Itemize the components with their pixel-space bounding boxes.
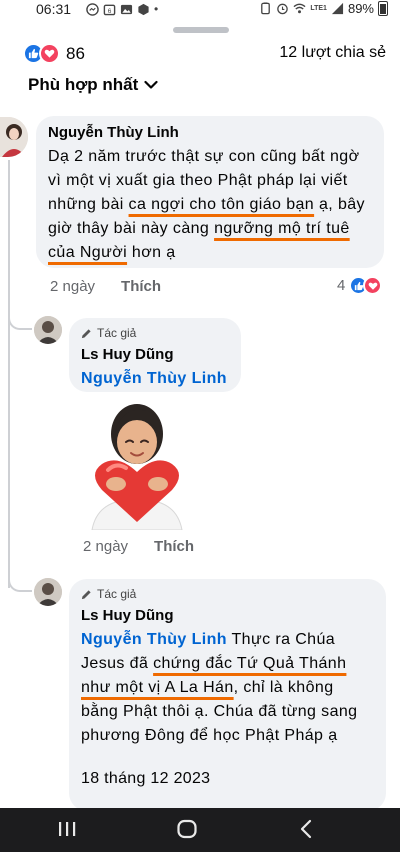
calendar-icon: 6 (103, 4, 116, 16)
comment-actions: 2 ngày Thích (50, 278, 161, 295)
signal-icon (331, 2, 344, 15)
sort-label: Phù hợp nhất (28, 75, 139, 94)
system-icons: LTE1 89% (259, 1, 388, 16)
messenger-icon (86, 3, 99, 16)
system-nav-bar (0, 808, 400, 852)
comment-actions: 2 ngày Thích (83, 538, 194, 555)
like-button[interactable]: Thích (121, 278, 161, 295)
mention-link[interactable]: Nguyễn Thùy Linh (81, 370, 227, 387)
cube-icon (138, 3, 149, 16)
mention-link[interactable]: Nguyễn Thùy Linh (81, 631, 227, 648)
pencil-icon (81, 328, 91, 338)
share-count[interactable]: 12 lượt chia sẻ (279, 44, 386, 62)
dot-icon: • (154, 2, 159, 16)
wifi-icon (293, 3, 306, 14)
reaction-count: 86 (66, 43, 85, 63)
comment-text: Nguyễn Thùy Linh Thực ra Chúa Jesus đã c… (81, 628, 374, 748)
comment-time[interactable]: 2 ngày (50, 278, 95, 295)
love-reaction-icon (39, 43, 60, 64)
thread-branch (8, 316, 32, 330)
battery-icon (378, 1, 388, 16)
sheet-drag-handle[interactable] (173, 27, 229, 33)
thread-line (8, 160, 10, 588)
comment-text: Dạ 2 năm trước thật sự con cũng bất ngờ … (48, 145, 372, 265)
back-icon[interactable] (296, 818, 318, 840)
thread-branch (8, 578, 32, 592)
reaction-summary[interactable]: 86 (23, 43, 85, 64)
comment-bubble[interactable]: Tác giả Ls Huy Dũng Nguyễn Thùy Linh Thự… (69, 579, 386, 811)
avatar[interactable] (34, 578, 62, 606)
battery-saver-icon (261, 2, 271, 15)
network-label: LTE1 (310, 5, 327, 12)
battery-percent: 89% (347, 1, 374, 16)
avatar[interactable] (34, 316, 62, 344)
comment-text-highlight: ca ngợi cho tôn giáo bạn (128, 196, 315, 213)
comment-text: Nguyễn Thùy Linh (81, 367, 229, 391)
comment-date: 18 tháng 12 2023 (81, 770, 211, 787)
author-badge: Tác giả (81, 587, 374, 601)
comment-author[interactable]: Ls Huy Dũng (81, 607, 374, 624)
comment-bubble[interactable]: Tác giả Ls Huy Dũng Nguyễn Thùy Linh (69, 318, 241, 392)
home-icon[interactable] (176, 818, 198, 840)
author-badge-label: Tác giả (97, 587, 137, 601)
notification-icons: 6 • (86, 3, 158, 16)
love-reaction-icon (363, 276, 383, 295)
comment-text-part: hơn ạ (127, 244, 176, 261)
author-badge-label: Tác giả (97, 326, 137, 340)
post-summary-row: 86 12 lượt chia sẻ (0, 40, 400, 70)
comment-author[interactable]: Nguyễn Thùy Linh (48, 124, 372, 141)
like-button[interactable]: Thích (154, 538, 194, 555)
comment-reaction-count: 4 (337, 277, 346, 294)
comment-bubble[interactable]: Nguyễn Thùy Linh Dạ 2 năm trước thật sự … (36, 116, 384, 268)
comment-reactions[interactable]: 4 (337, 276, 383, 295)
author-badge: Tác giả (81, 326, 229, 340)
image-icon (120, 4, 133, 15)
comment-time[interactable]: 2 ngày (83, 538, 128, 555)
pencil-icon (81, 589, 91, 599)
alarm-icon (277, 3, 289, 15)
svg-text:6: 6 (108, 8, 112, 15)
avatar[interactable] (0, 117, 28, 157)
status-time: 06:31 (36, 1, 72, 17)
sort-dropdown[interactable]: Phù hợp nhất (28, 75, 158, 95)
comment-author[interactable]: Ls Huy Dũng (81, 346, 229, 363)
heart-hug-sticker[interactable] (82, 398, 192, 531)
status-bar: 06:31 6 • LTE1 89% (0, 0, 400, 20)
recent-apps-icon[interactable] (56, 818, 78, 840)
chevron-down-icon (144, 80, 158, 89)
